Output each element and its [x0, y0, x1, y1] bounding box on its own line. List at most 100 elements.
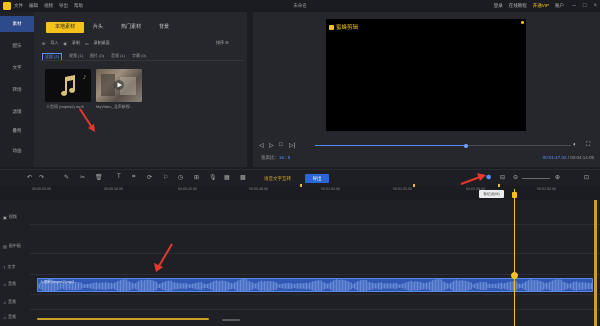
- timeline-marker[interactable]: [498, 184, 500, 187]
- sidebar-item-material[interactable]: 素材: [0, 16, 34, 32]
- playback-progress-handle[interactable]: [464, 143, 469, 148]
- minimize-icon[interactable]: –: [573, 0, 576, 12]
- timeline-scrollbar[interactable]: [37, 318, 209, 320]
- sidebar-item-transition[interactable]: 转场: [0, 87, 34, 93]
- annotation-arrow-marker: [460, 173, 486, 185]
- track-end-rail: [594, 200, 597, 326]
- zoom-slider[interactable]: [522, 178, 550, 179]
- corner-dot: [521, 21, 524, 24]
- speed-icon[interactable]: ⚐: [163, 174, 168, 181]
- volume-icon[interactable]: ◐: [573, 142, 577, 148]
- record-icon[interactable]: ◉: [63, 41, 67, 46]
- window-controls: – □ ×: [573, 0, 597, 12]
- watermark-text: 蜜蜂剪辑: [336, 25, 359, 31]
- trash-icon[interactable]: 🗑: [95, 174, 103, 181]
- import-icon[interactable]: ⊕: [42, 41, 45, 46]
- stop-icon[interactable]: □: [279, 142, 283, 148]
- audio-clip[interactable]: 人世间 (mqms2).mp3: [37, 278, 593, 292]
- close-icon[interactable]: ×: [593, 0, 597, 12]
- track-video[interactable]: ▣ 视频: [3, 214, 17, 220]
- track-label: 画中画: [8, 243, 21, 248]
- import-row: ⊕ 导入 ◉ 录制 ▭ 录制桌面: [42, 40, 110, 46]
- pen-icon[interactable]: ✎: [64, 174, 69, 181]
- import-button[interactable]: 导入: [50, 40, 58, 46]
- track-pip[interactable]: ▤ 画中画: [3, 243, 21, 249]
- track-audio-2[interactable]: ♫ 音频: [3, 299, 16, 305]
- playback-progress-bar[interactable]: [315, 143, 571, 148]
- media-panel: 本地素材 片头 热门素材 背景 ⊕ 导入 ◉ 录制 ▭ 录制桌面 排序 ☰ 全部…: [34, 12, 247, 167]
- account-link[interactable]: 账户: [555, 0, 564, 12]
- prev-frame-icon[interactable]: ◁: [259, 142, 264, 149]
- media-item-video[interactable]: [96, 69, 142, 102]
- clock-icon[interactable]: ◷: [178, 174, 183, 181]
- scissors-icon[interactable]: ✂: [80, 174, 85, 181]
- zoom-in-icon[interactable]: ⊕: [555, 174, 560, 181]
- sidebar-item-overlay[interactable]: 叠附: [0, 128, 34, 134]
- text-track-icon: T: [3, 264, 6, 270]
- crop-icon[interactable]: ⌗: [132, 174, 135, 181]
- track-audio-1[interactable]: ♫ 音频: [3, 281, 16, 287]
- sidebar-item-music[interactable]: 配乐: [0, 43, 34, 49]
- sidebar-item-animation[interactable]: 动画: [0, 148, 34, 154]
- timeline-tracks: ▣ 视频 ▤ 画中画 T 文字 ♫ 音频 ♫ 音频 ♫ 音频 人世间 (mqms…: [0, 200, 600, 326]
- annotation-arrow-track: [154, 243, 173, 272]
- tick-label: 00:01:52.00: [537, 187, 556, 191]
- time-readout: 00:01:47.02 / 00:04:14.05: [543, 155, 594, 160]
- play-icon[interactable]: ▷: [269, 142, 274, 149]
- aspect-ratio[interactable]: 宽高比：16 : 9: [261, 155, 290, 161]
- fit-icon[interactable]: ⊡: [584, 174, 589, 181]
- text-icon[interactable]: T: [117, 174, 121, 180]
- login-link[interactable]: 登录: [494, 0, 503, 12]
- track-audio-3[interactable]: ♫ 音频: [3, 314, 16, 320]
- rotate-icon[interactable]: ⟳: [147, 174, 152, 181]
- track-text[interactable]: T 文字: [3, 264, 15, 270]
- crop2-icon[interactable]: ⊞: [194, 174, 199, 181]
- export-button[interactable]: 导出: [305, 174, 329, 183]
- next-frame-icon[interactable]: ▷|: [289, 142, 295, 149]
- tab-local-media[interactable]: 本地素材: [46, 22, 85, 33]
- tutorial-link[interactable]: 在线教程: [509, 0, 527, 12]
- maximize-icon[interactable]: □: [583, 0, 587, 12]
- media-item-video-name: MyVideo_北声新视...: [96, 104, 134, 109]
- mic-icon[interactable]: 🎙: [209, 174, 217, 181]
- undo-icon[interactable]: ↶: [27, 174, 32, 181]
- track-label: 音频: [8, 314, 16, 319]
- timeline-marker[interactable]: [413, 184, 415, 187]
- tick-label: 00:00:48.00: [249, 187, 268, 191]
- fullscreen-icon[interactable]: ⛶: [586, 142, 590, 149]
- playhead-handle[interactable]: [512, 192, 517, 198]
- vip-link[interactable]: 开通VIP: [533, 0, 549, 12]
- account-links: 登录 在线教程 开通VIP 账户: [494, 0, 564, 12]
- preview-screen[interactable]: 蜜蜂剪辑: [326, 19, 526, 131]
- watermark: 蜜蜂剪辑: [329, 23, 358, 31]
- aspect-ratio-value: 16 : 9: [279, 155, 291, 160]
- record-button[interactable]: 录制: [72, 40, 80, 46]
- tab-hot-media[interactable]: 热门素材: [112, 22, 150, 33]
- timeline-scrollbar-thumb[interactable]: [222, 319, 240, 321]
- tick-label: 00:00:16.00: [104, 187, 123, 191]
- tab-background[interactable]: 背景: [150, 22, 178, 33]
- speech-text-button[interactable]: 语音文字互转: [264, 176, 291, 182]
- sort-control[interactable]: 排序 ☰: [216, 40, 229, 46]
- tick-label: 00:00:00.00: [32, 187, 51, 191]
- zoom-out-icon[interactable]: ⊖: [513, 174, 518, 181]
- playhead-knob[interactable]: [511, 272, 518, 279]
- redo-icon[interactable]: ↷: [39, 174, 44, 181]
- tab-intro[interactable]: 片头: [84, 22, 112, 33]
- svg-text:♪: ♪: [83, 75, 86, 81]
- video-thumbnail: [101, 74, 136, 96]
- screen-record-button[interactable]: 录制桌面: [94, 40, 110, 46]
- sidebar-item-filter[interactable]: 滤镜: [0, 109, 34, 115]
- split-icon[interactable]: ⊟: [500, 174, 505, 181]
- divider: [40, 60, 244, 61]
- mosaic-icon[interactable]: ▩: [240, 174, 246, 181]
- playhead-line[interactable]: [514, 189, 515, 326]
- sidebar-item-text[interactable]: 文字: [0, 65, 34, 71]
- screen-record-icon[interactable]: ▭: [85, 41, 89, 46]
- timeline-ruler[interactable]: 00:00:00.00 00:00:16.00 00:00:32.00 00:0…: [0, 184, 600, 200]
- title-bar: 文件 编辑 视频 导出 帮助 未命名 登录 在线教程 开通VIP 账户 – □ …: [0, 0, 600, 12]
- media-item-audio[interactable]: ♪: [45, 69, 91, 102]
- timeline-marker[interactable]: [300, 184, 302, 187]
- audio-track-icon: ♫: [3, 314, 6, 320]
- freeze-icon[interactable]: ▦: [224, 174, 230, 181]
